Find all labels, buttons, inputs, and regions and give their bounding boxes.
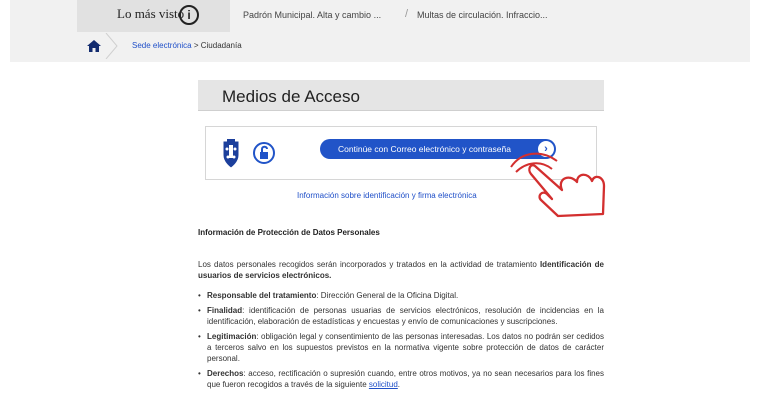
quick-link-padron[interactable]: Padrón Municipal. Alta y cambio ... — [243, 10, 381, 20]
madrid-logo — [222, 139, 240, 169]
responsible-label: Responsable del tratamiento — [207, 291, 317, 300]
legitimation-text: : obligación legal y consentimiento de l… — [207, 332, 604, 363]
data-protection-title: Información de Protección de Datos Perso… — [198, 228, 380, 237]
list-item: Legitimación: obligación legal y consent… — [198, 331, 604, 364]
breadcrumb-chevron-icon — [105, 33, 118, 59]
list-item: Responsable del tratamiento: Dirección G… — [198, 290, 604, 301]
most-viewed-label[interactable]: Lo más visto — [117, 6, 184, 22]
access-title: Medios de Acceso — [222, 87, 360, 106]
quick-link-multas[interactable]: Multas de circulación. Infraccio... — [417, 10, 548, 20]
rights-text-end: . — [397, 380, 401, 389]
breadcrumb-sede-electronica[interactable]: Sede electrónica — [132, 41, 192, 50]
purpose-label: Finalidad — [207, 306, 243, 315]
purpose-text: : identificación de personas usuarias de… — [207, 306, 604, 326]
login-button-label: Continúe con Correo electrónico y contra… — [338, 144, 511, 154]
hand-cursor-icon — [510, 152, 606, 218]
data-protection-intro: Los datos personales recogidos serán inc… — [198, 259, 604, 281]
breadcrumb-separator: > — [193, 41, 199, 50]
responsible-text: : Dirección General de la Oficina Digita… — [316, 291, 459, 300]
top-navigation: Lo más visto i Padrón Municipal. Alta y … — [0, 0, 760, 62]
unlock-icon — [253, 142, 275, 164]
list-item: Derechos: acceso, rectificación o supres… — [198, 368, 604, 390]
breadcrumb: Sede electrónica > Ciudadanía — [132, 41, 242, 50]
info-icon[interactable]: i — [179, 5, 199, 25]
home-icon[interactable] — [87, 40, 101, 52]
request-link[interactable]: solicitud — [369, 380, 398, 389]
data-protection-list: Responsable del tratamiento: Dirección G… — [198, 290, 604, 394]
intro-text: Los datos personales recogidos serán inc… — [198, 260, 540, 269]
access-header: Medios de Acceso — [198, 80, 604, 111]
list-item: Finalidad: identificación de personas us… — [198, 305, 604, 327]
rights-label: Derechos — [207, 369, 244, 378]
identification-info-link[interactable]: Información sobre identificación y firma… — [297, 191, 477, 200]
breadcrumb-current: Ciudadanía — [200, 41, 242, 50]
quick-link-separator: / — [405, 8, 409, 20]
legitimation-label: Legitimación — [207, 332, 257, 341]
rights-text: : acceso, rectificación o supresión cuan… — [207, 369, 604, 389]
